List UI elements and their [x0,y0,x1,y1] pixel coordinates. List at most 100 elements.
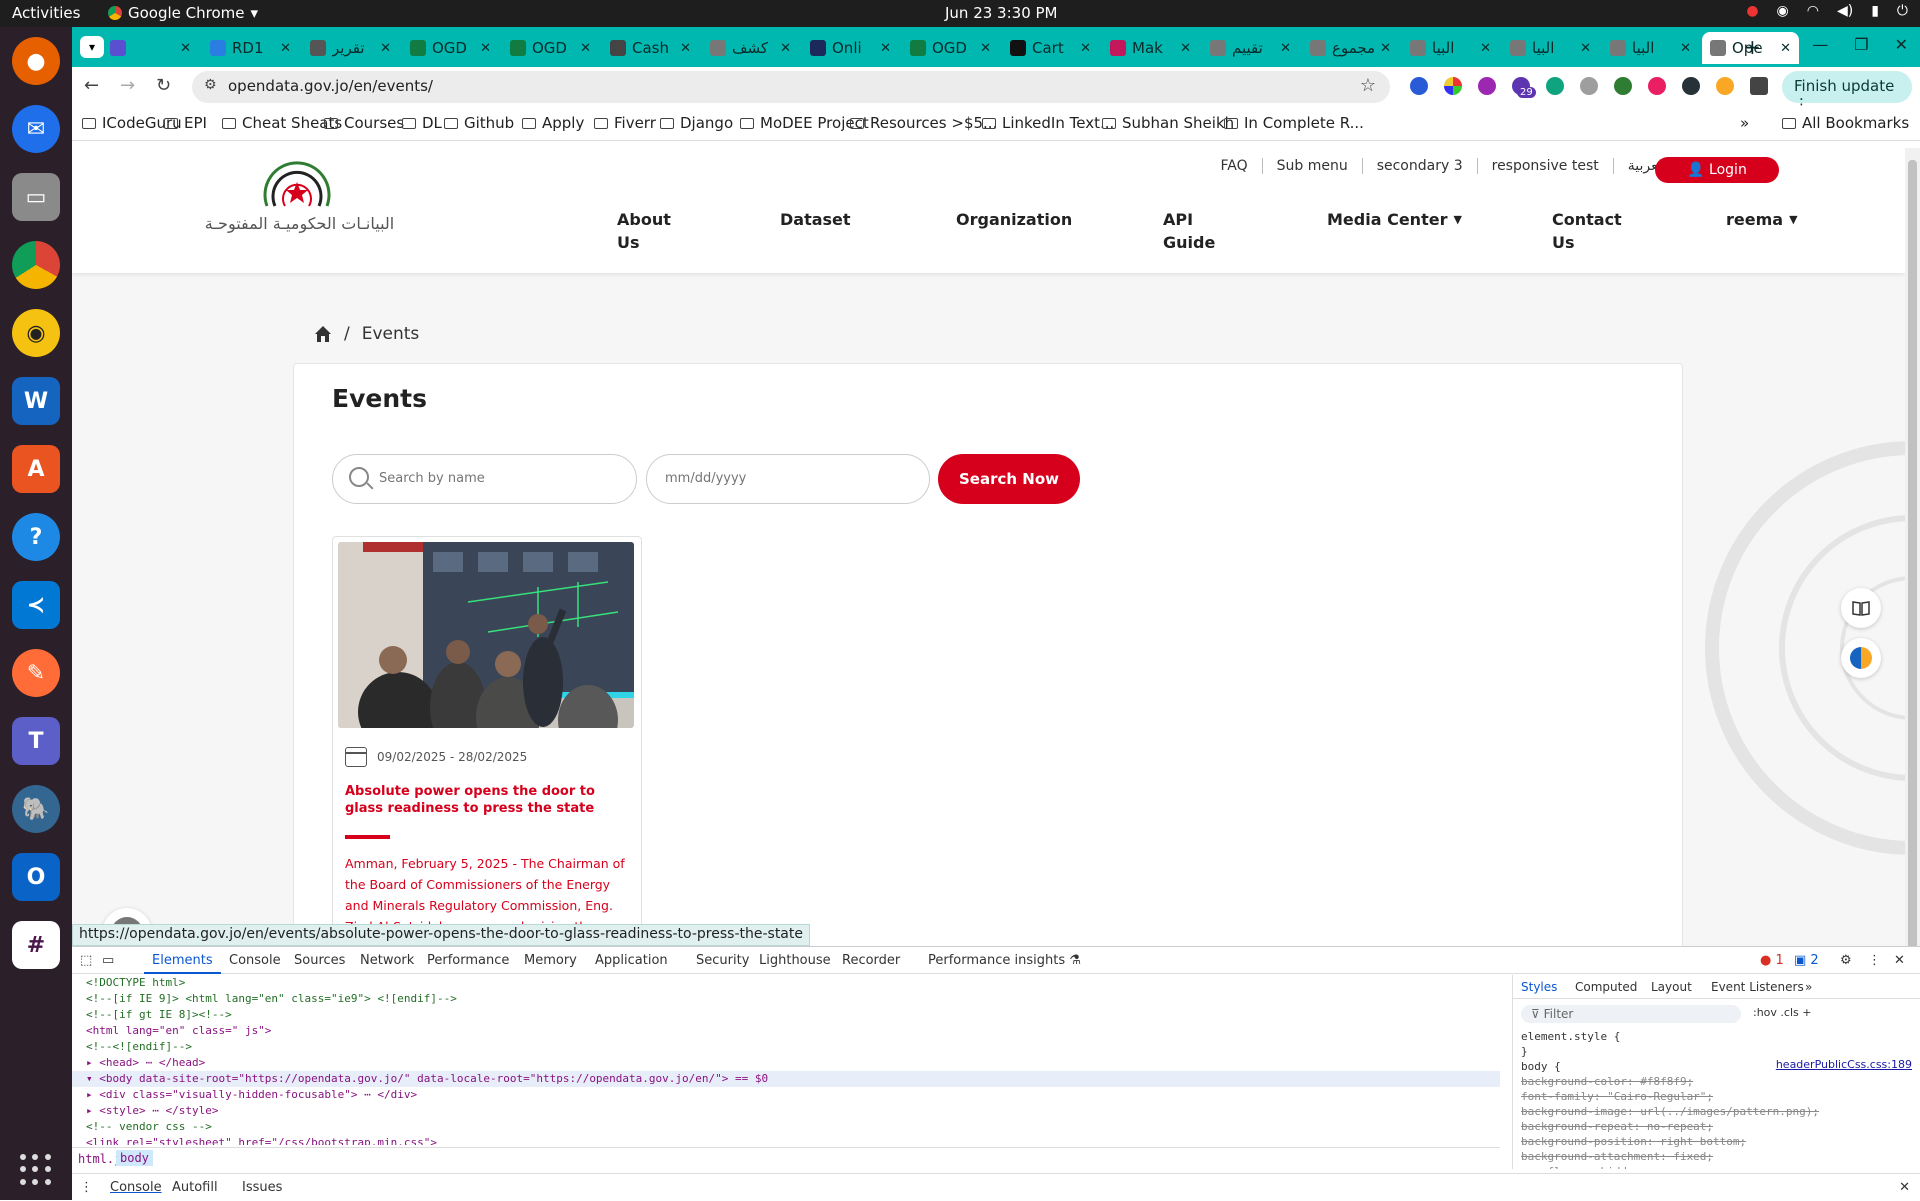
drawer-menu-icon[interactable]: ⋮ [80,1180,93,1195]
bookmark-item[interactable]: Subhan Sheikh [1102,114,1234,132]
devtools-tab[interactable]: Memory [524,953,577,968]
event-title[interactable]: Absolute power opens the door to glass r… [345,783,630,817]
style-rule-line[interactable]: font-family: "Cairo-Regular"; [1513,1089,1920,1104]
browser-tab[interactable]: مجموع ✕ [1302,32,1399,64]
nav-item[interactable]: About Us [617,208,671,254]
bookmark-star-icon[interactable]: ☆ [1360,75,1376,96]
drawer-tab[interactable]: Autofill [172,1180,218,1195]
tab-close-icon[interactable]: ✕ [880,41,891,56]
contrast-icon[interactable] [1841,638,1881,678]
style-rule-line[interactable]: overflow-x: hidden; [1513,1164,1920,1169]
extension-icon[interactable] [1648,77,1666,95]
devtools-tab[interactable]: Recorder [842,953,900,968]
browser-tab[interactable]: Onli ✕ [802,32,899,64]
style-rule-line[interactable]: element.style { [1513,1029,1920,1044]
dom-node-line[interactable]: <!DOCTYPE html> [72,975,1500,991]
inspect-icon[interactable]: ⬚ [80,953,92,968]
style-tools[interactable]: :hov .cls + [1753,1006,1811,1019]
browser-tab[interactable]: البيا ✕ [1602,32,1699,64]
minimize-icon[interactable]: — [1812,35,1828,54]
firefox-icon[interactable]: ● [12,37,60,85]
tab-close-icon[interactable]: ✕ [280,41,291,56]
bookmark-item[interactable]: Github [444,114,514,132]
devtools-tab[interactable]: Network [360,953,414,968]
maximize-icon[interactable]: ❐ [1854,35,1868,54]
search-name-field[interactable] [332,454,637,504]
url-text[interactable]: opendata.gov.jo/en/events/ [228,77,433,95]
date-input[interactable] [665,471,905,486]
dom-node-line[interactable]: ▸ <head> ⋯ </head> [72,1055,1500,1071]
search-now-button[interactable]: Search Now [938,454,1080,504]
tab-close-icon[interactable]: ✕ [580,41,591,56]
bookmark-item[interactable]: Resources >$5... [850,114,997,132]
bookmark-item[interactable]: LinkedIn Text... [982,114,1114,132]
home-icon[interactable] [314,325,332,343]
event-image[interactable] [338,542,634,728]
device-toggle-icon[interactable]: ▭ [102,953,114,968]
date-field[interactable] [646,454,930,504]
forward-button[interactable]: → [120,75,135,96]
extensions-puzzle-icon[interactable] [1750,77,1768,95]
message-count[interactable]: ▣ 2 [1794,953,1819,968]
dom-node-line[interactable]: <!--[if IE 9]> <html lang="en" class="ie… [72,991,1500,1007]
style-rules[interactable]: element.style {} body { background-color:… [1513,1029,1920,1169]
close-icon[interactable]: ✕ [1895,35,1908,54]
browser-tab[interactable]: Mak ✕ [1102,32,1199,64]
nav-item[interactable]: Contact Us [1552,208,1622,254]
style-rule-line[interactable]: background-repeat: no-repeat; [1513,1119,1920,1134]
drawer-tab[interactable]: Issues [242,1180,282,1195]
browser-tab[interactable]: تقرير ✕ [302,32,399,64]
slack-icon[interactable]: # [12,921,60,969]
browser-tab[interactable]: تقييم ✕ [1202,32,1299,64]
teams-icon[interactable]: T [12,717,60,765]
thunderbird-icon[interactable]: ✉ [12,105,60,153]
style-rule-line[interactable]: } [1513,1044,1920,1059]
app-center-icon[interactable]: A [12,445,60,493]
browser-tab[interactable]: Cash ✕ [602,32,699,64]
dom-node-line[interactable]: <!--[if gt IE 8]><!--> [72,1007,1500,1023]
site-logo[interactable] [187,154,407,264]
postman-icon[interactable]: ✎ [12,649,60,697]
dom-node-line[interactable]: ▾ <body data-site-root="https://opendata… [72,1071,1500,1087]
style-rule-line[interactable]: background-position: right bottom; [1513,1134,1920,1149]
scrollbar-thumb[interactable] [1908,160,1917,950]
tab-close-icon[interactable]: ✕ [780,41,791,56]
styles-pane-tab[interactable]: Layout [1651,980,1692,994]
dom-node-line[interactable]: ▸ <div class="visually-hidden-focusable"… [72,1087,1500,1103]
event-card[interactable]: 09/02/2025 - 28/02/2025 Absolute power o… [332,536,642,973]
devtools-tab[interactable]: Sources [294,953,345,968]
extension-icon[interactable] [1682,77,1700,95]
page-scrollbar[interactable] [1905,148,1920,973]
tab-close-icon[interactable]: ✕ [1380,41,1391,56]
new-tab-button[interactable]: + [1744,35,1761,59]
camera-icon[interactable] [1580,77,1598,95]
error-count[interactable]: ● 1 [1760,953,1784,968]
activities-button[interactable]: Activities [12,4,80,22]
extension-icon[interactable] [1410,77,1428,95]
browser-tab[interactable]: RD1 ✕ [202,32,299,64]
nav-item[interactable]: API Guide [1163,208,1215,254]
bookmark-item[interactable]: Courses [324,114,404,132]
dom-node-line[interactable]: <html lang="en" class=" js"> [72,1023,1500,1039]
devtools-tab[interactable]: Security [696,953,749,968]
browser-tab[interactable]: ✕ [102,32,199,64]
devtools-tab[interactable]: Performance [427,953,509,968]
style-rule-line[interactable]: background-image: url(../images/pattern.… [1513,1104,1920,1119]
nav-item[interactable]: Media Center ▼ [1327,208,1462,231]
browser-tab[interactable]: البيا ✕ [1502,32,1599,64]
elements-tree[interactable]: <!DOCTYPE html> <!--[if IE 9]> <html lang… [72,975,1500,1145]
top-menu-item[interactable]: Sub menu [1261,158,1362,174]
devtools-tab[interactable]: Console [229,953,281,968]
tab-search-button[interactable]: ▾ [80,36,104,58]
settings-gear-icon[interactable]: ⚙ [1840,953,1852,968]
top-menu-item[interactable]: responsive test [1476,158,1613,174]
styles-pane-tab[interactable]: Computed [1575,980,1637,994]
extension-icon[interactable] [1716,77,1734,95]
system-tray[interactable]: ● ◉ ◠ ◀) ▮ ⏻ [1746,3,1908,19]
help-icon[interactable]: ? [12,513,60,561]
styles-pane-tab[interactable]: Styles [1521,980,1557,994]
style-rule-line[interactable]: background-color: #f8f8f9; [1513,1074,1920,1089]
nav-item[interactable]: Organization [956,208,1072,231]
styles-filter-input[interactable]: ⊽ Filter [1521,1005,1741,1023]
bookmark-item[interactable]: All Bookmarks [1782,114,1909,132]
